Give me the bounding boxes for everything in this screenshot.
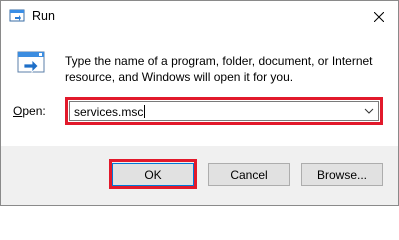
open-label: Open:	[13, 104, 46, 118]
close-icon	[374, 12, 384, 22]
open-input-value: services.msc	[74, 105, 144, 119]
open-combobox-frame: services.msc	[69, 101, 379, 121]
open-input[interactable]: services.msc	[74, 105, 146, 119]
dialog-body: Type the name of a program, folder, docu…	[1, 33, 398, 146]
window-title: Run	[32, 9, 55, 23]
run-program-icon	[17, 51, 45, 73]
run-icon	[9, 9, 25, 22]
browse-button[interactable]: Browse...	[301, 163, 383, 186]
open-label-text: pen:	[22, 104, 46, 118]
dialog-description: Type the name of a program, folder, docu…	[65, 54, 373, 84]
text-caret	[144, 105, 146, 118]
run-dialog: Run Type the name of a program, folder, …	[0, 0, 399, 206]
title-bar[interactable]: Run	[1, 1, 398, 33]
close-button[interactable]	[360, 1, 398, 33]
cancel-button[interactable]: Cancel	[208, 163, 290, 186]
dialog-footer: OK Cancel Browse...	[1, 146, 398, 205]
open-label-accelerator: O	[13, 104, 23, 118]
chevron-down-icon[interactable]	[364, 107, 374, 115]
ok-button[interactable]: OK	[112, 163, 194, 186]
open-combobox[interactable]: services.msc	[65, 97, 383, 125]
